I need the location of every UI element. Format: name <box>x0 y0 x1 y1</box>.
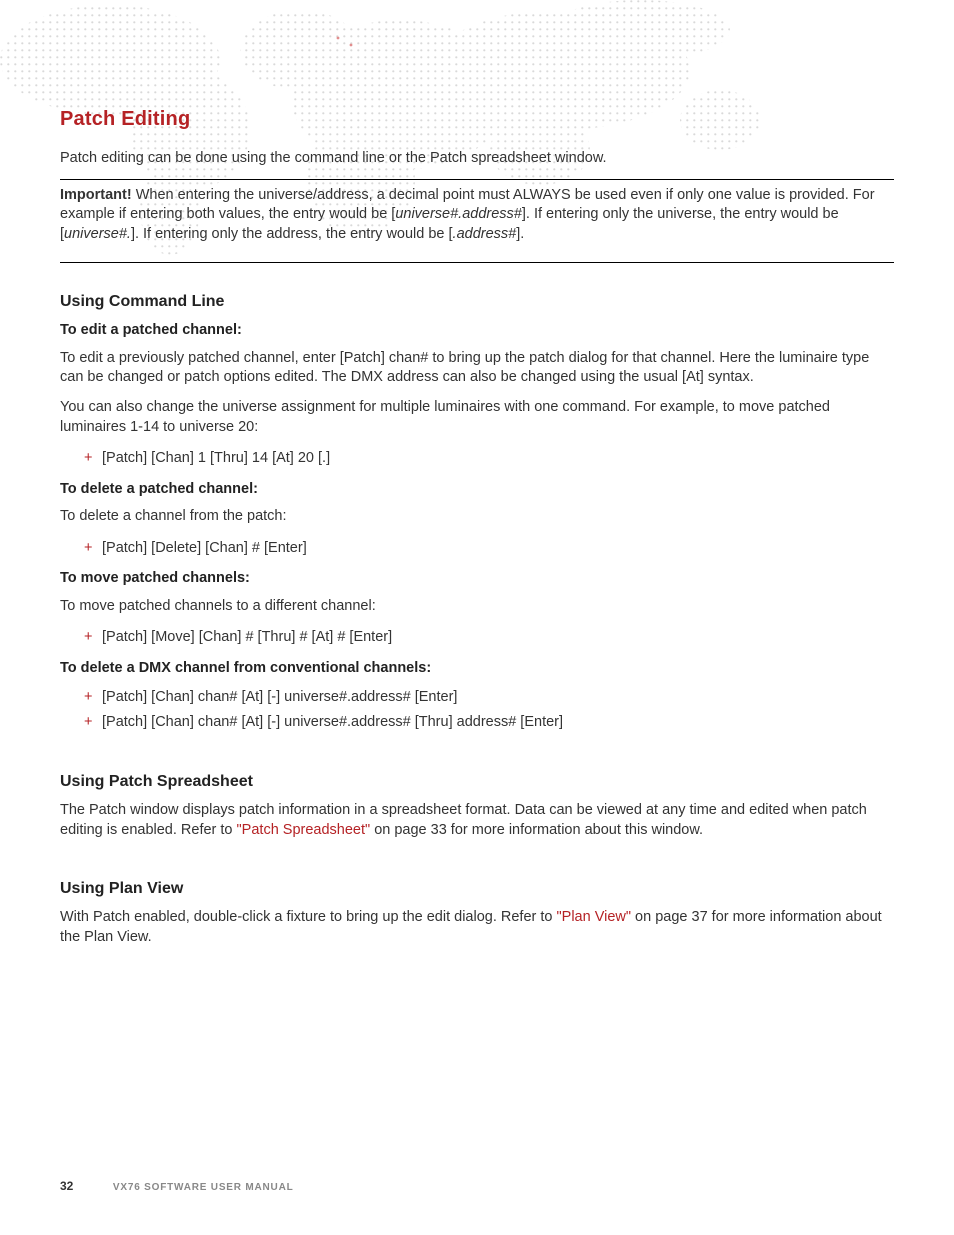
spreadsheet-paragraph: The Patch window displays patch informat… <box>60 801 894 840</box>
link-patch-spreadsheet[interactable]: "Patch Spreadsheet" <box>237 822 371 838</box>
edit-paragraph-2: You can also change the universe assignm… <box>60 398 894 437</box>
manual-title: VX76 SOFTWARE USER MANUAL <box>113 1182 294 1193</box>
page-footer: 32 VX76 SOFTWARE USER MANUAL <box>60 1179 894 1193</box>
heading-command-line: Using Command Line <box>60 293 894 311</box>
page-title: Patch Editing <box>60 108 894 131</box>
subhead-delete-channel: To delete a patched channel: <box>60 480 894 500</box>
dmx-command-list: [Patch] [Chan] chan# [At] [-] universe#.… <box>60 686 894 733</box>
list-item: [Patch] [Chan] chan# [At] [-] universe#.… <box>84 711 894 733</box>
intro-paragraph: Patch editing can be done using the comm… <box>60 149 894 169</box>
planview-paragraph: With Patch enabled, double-click a fixtu… <box>60 908 894 947</box>
link-plan-view[interactable]: "Plan View" <box>557 909 632 925</box>
subhead-move-channels: To move patched channels: <box>60 569 894 589</box>
subhead-delete-dmx: To delete a DMX channel from conventiona… <box>60 659 894 679</box>
list-item: [Patch] [Chan] chan# [At] [-] universe#.… <box>84 686 894 708</box>
important-label: Important! <box>60 187 132 203</box>
important-text: Important! When entering the universe/ad… <box>60 186 894 245</box>
delete-paragraph: To delete a channel from the patch: <box>60 507 894 527</box>
list-item: [Patch] [Chan] 1 [Thru] 14 [At] 20 [.] <box>84 447 894 469</box>
edit-command-list: [Patch] [Chan] 1 [Thru] 14 [At] 20 [.] <box>60 447 894 469</box>
heading-plan-view: Using Plan View <box>60 880 894 898</box>
heading-patch-spreadsheet: Using Patch Spreadsheet <box>60 773 894 791</box>
page-content: Patch Editing Patch editing can be done … <box>0 0 954 997</box>
list-item: [Patch] [Move] [Chan] # [Thru] # [At] # … <box>84 626 894 648</box>
page-number: 32 <box>60 1179 73 1193</box>
list-item: [Patch] [Delete] [Chan] # [Enter] <box>84 537 894 559</box>
edit-paragraph-1: To edit a previously patched channel, en… <box>60 349 894 388</box>
subhead-edit-channel: To edit a patched channel: <box>60 321 894 341</box>
move-command-list: [Patch] [Move] [Chan] # [Thru] # [At] # … <box>60 626 894 648</box>
important-note: Important! When entering the universe/ad… <box>60 179 894 264</box>
move-paragraph: To move patched channels to a different … <box>60 597 894 617</box>
delete-command-list: [Patch] [Delete] [Chan] # [Enter] <box>60 537 894 559</box>
